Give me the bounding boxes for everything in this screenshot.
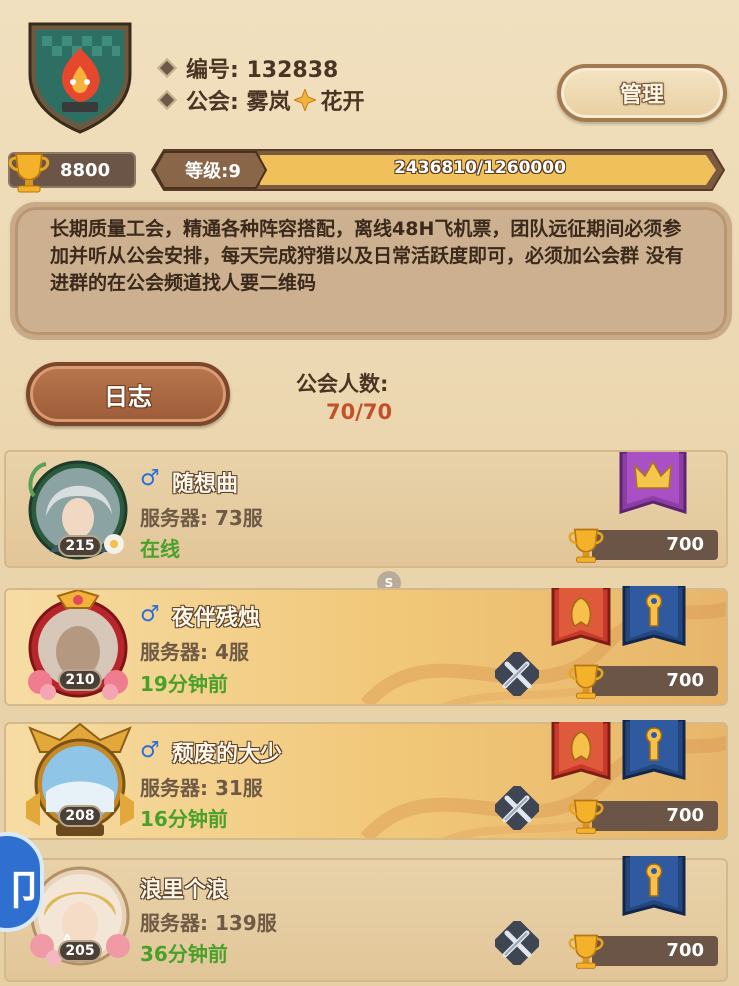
- trophy-icon: [568, 799, 604, 834]
- member-level-badge: 208: [58, 805, 102, 827]
- trophy-icon: [568, 664, 604, 699]
- member-level-badge: 210: [58, 669, 102, 691]
- member-score: 700: [592, 936, 718, 966]
- guild-name-prefix: 公会: 雾岚: [186, 90, 291, 115]
- trophy-icon: [568, 934, 604, 969]
- male-icon: ♂: [140, 466, 160, 491]
- member-server: 服务器: 4服: [140, 640, 249, 664]
- male-icon: ♂: [140, 602, 160, 627]
- member-score: 700: [592, 666, 718, 696]
- crossed-swords-icon: [495, 921, 539, 965]
- guild-emblem-icon: [28, 22, 132, 134]
- guild-name-suffix: 花开: [320, 90, 365, 115]
- floating-assist-icon: 卩: [4, 868, 44, 914]
- mage-banner-icon: [622, 856, 686, 916]
- mage-banner-icon: [622, 586, 686, 646]
- guild-notice-text: 长期质量工会，精通各种阵容搭配，离线48H飞机票，团队远征期间必须参加并听从公会…: [50, 218, 684, 294]
- diamond-bullet-icon: [157, 90, 177, 110]
- member-count-label: 公会人数:: [296, 372, 389, 396]
- guild-name-line: 公会: 雾岚 花开: [157, 84, 365, 116]
- trophy-icon: [8, 153, 50, 193]
- member-server: 服务器: 139服: [140, 911, 277, 935]
- guild-level: 等级:9: [185, 161, 241, 182]
- crossed-swords-icon: [495, 786, 539, 830]
- crossed-swords-icon: [495, 652, 539, 696]
- male-icon: ♂: [140, 738, 160, 763]
- log-button[interactable]: 日志: [26, 362, 230, 426]
- sparkle-icon: [294, 89, 317, 111]
- guild-leader-crown-banner-icon: [619, 452, 687, 515]
- member-count-value: 70/70: [326, 400, 393, 424]
- member-status: 16分钟前: [140, 807, 228, 831]
- member-name: 浪里个浪: [140, 878, 229, 903]
- mage-banner-icon: [622, 720, 686, 780]
- member-status: 36分钟前: [140, 942, 228, 966]
- member-name: 颓废的大少: [172, 742, 283, 767]
- trophy-icon: [568, 528, 604, 563]
- member-server: 服务器: 73服: [140, 506, 263, 530]
- member-status: 在线: [140, 537, 180, 561]
- guild-trophy-value: 8800: [60, 160, 111, 181]
- member-name: 随想曲: [172, 472, 239, 497]
- member-level-badge: 205: [58, 940, 102, 962]
- member-score: 700: [592, 801, 718, 831]
- guild-id: 编号: 132838: [186, 58, 339, 83]
- diamond-bullet-icon: [157, 58, 177, 78]
- member-score: 700: [592, 530, 718, 560]
- guild-id-line: 编号: 132838: [157, 52, 339, 84]
- member-status: 19分钟前: [140, 672, 228, 696]
- member-level-badge: 215: [58, 535, 102, 557]
- member-server: 服务器: 31服: [140, 776, 263, 800]
- manage-button[interactable]: 管理: [557, 64, 727, 122]
- warrior-banner-icon: [551, 722, 611, 780]
- guild-exp-text: 2436810/1260000: [394, 158, 566, 178]
- warrior-banner-icon: [551, 588, 611, 646]
- member-name: 夜伴残烛: [172, 606, 261, 631]
